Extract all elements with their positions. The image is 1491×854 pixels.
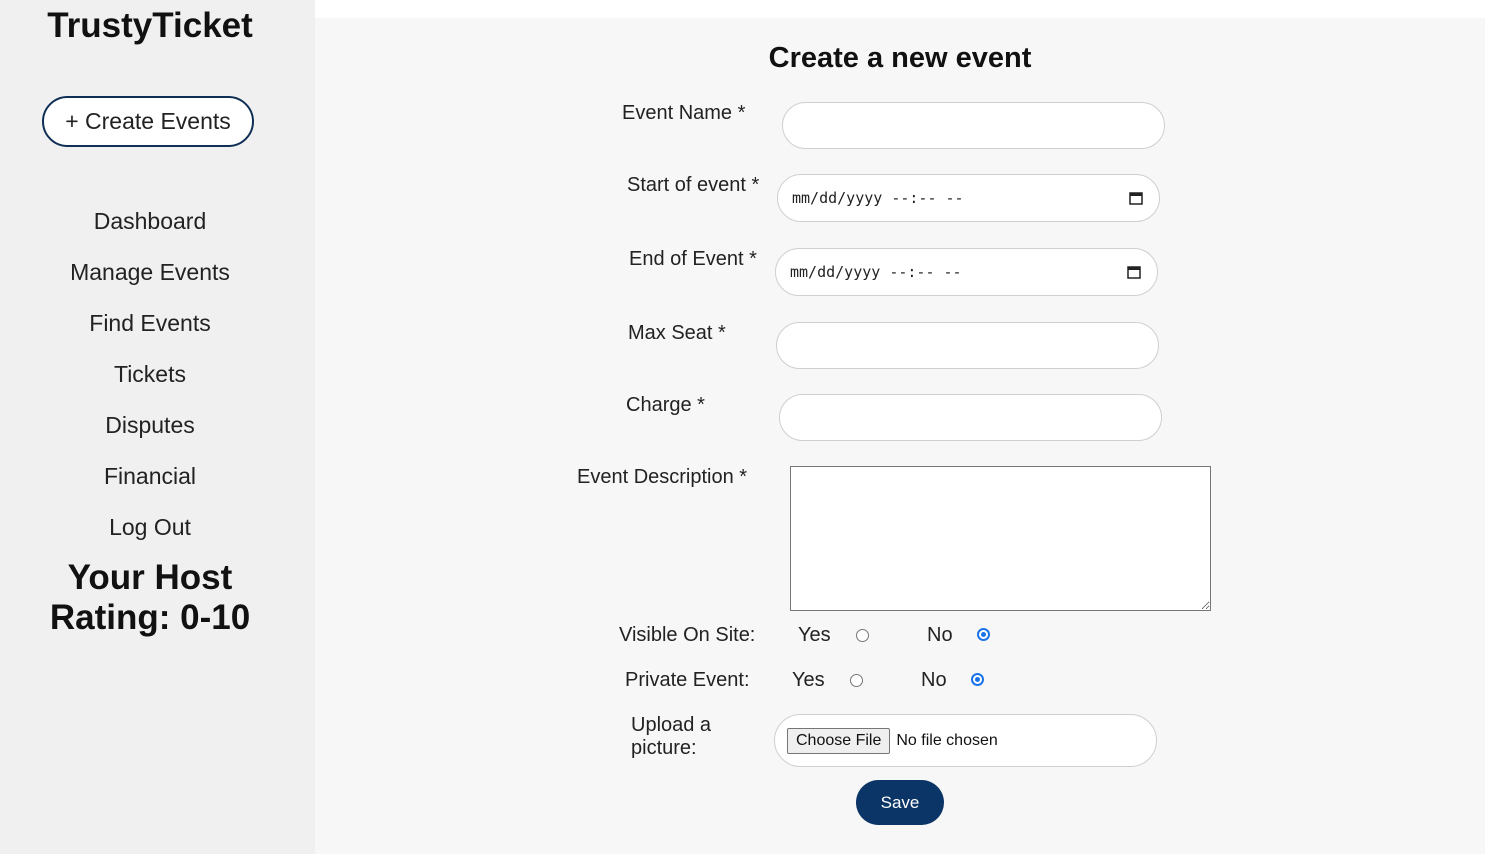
- host-rating: Your Host Rating: 0-10: [0, 558, 300, 638]
- private-no-label: No: [921, 669, 947, 691]
- private-no-radio[interactable]: [971, 673, 984, 686]
- host-rating-line2: Rating: 0-10: [49, 598, 251, 637]
- sidebar-nav: Dashboard Manage Events Find Events Tick…: [0, 196, 300, 553]
- sidebar-item-dashboard[interactable]: Dashboard: [0, 196, 300, 247]
- end-datetime-value: mm/dd/yyyy --:-- --: [790, 263, 962, 281]
- start-datetime-value: mm/dd/yyyy --:-- --: [792, 189, 964, 207]
- sidebar-item-log-out[interactable]: Log Out: [0, 502, 300, 553]
- file-status-text: No file chosen: [896, 731, 998, 749]
- event-description-label: Event Description *: [577, 466, 748, 488]
- page-title: Create a new event: [768, 42, 1032, 74]
- upload-label-line2: picture:: [631, 737, 697, 759]
- sidebar-item-manage-events[interactable]: Manage Events: [0, 247, 300, 298]
- visible-yes-radio[interactable]: [856, 629, 869, 642]
- sidebar-item-tickets[interactable]: Tickets: [0, 349, 300, 400]
- event-name-label: Event Name *: [622, 102, 746, 124]
- private-yes-label: Yes: [792, 669, 825, 691]
- host-rating-line1: Your Host: [67, 558, 233, 597]
- charge-label: Charge *: [626, 394, 705, 416]
- max-seat-input[interactable]: [776, 322, 1159, 369]
- upload-label-line1: Upload a: [631, 714, 712, 736]
- visible-no-radio[interactable]: [977, 628, 990, 641]
- sidebar-item-find-events[interactable]: Find Events: [0, 298, 300, 349]
- right-edge: [1485, 0, 1491, 854]
- upload-picture-label: Upload a picture:: [631, 714, 711, 760]
- start-datetime-input[interactable]: mm/dd/yyyy --:-- --: [777, 174, 1160, 222]
- sidebar: TrustyTicket + Create Events Dashboard M…: [0, 0, 315, 854]
- save-button[interactable]: Save: [856, 780, 944, 825]
- visible-on-site-label: Visible On Site:: [619, 624, 756, 646]
- private-yes-radio[interactable]: [850, 674, 863, 687]
- private-event-label: Private Event:: [625, 669, 750, 691]
- sidebar-item-financial[interactable]: Financial: [0, 451, 300, 502]
- top-strip: [320, 0, 1485, 18]
- event-description-textarea[interactable]: [790, 466, 1211, 611]
- end-of-event-label: End of Event *: [629, 248, 757, 270]
- event-name-input[interactable]: [782, 102, 1165, 149]
- calendar-icon[interactable]: [1129, 191, 1143, 205]
- create-events-button[interactable]: + Create Events: [42, 96, 254, 147]
- calendar-icon[interactable]: [1127, 265, 1141, 279]
- choose-file-button[interactable]: Choose File: [787, 727, 891, 754]
- visible-yes-label: Yes: [798, 624, 831, 646]
- charge-input[interactable]: [779, 394, 1162, 441]
- upload-picture-field: Choose File No file chosen: [774, 714, 1157, 767]
- max-seat-label: Max Seat *: [628, 322, 726, 344]
- visible-no-label: No: [927, 624, 953, 646]
- brand-logo: TrustyTicket: [47, 6, 253, 45]
- end-datetime-input[interactable]: mm/dd/yyyy --:-- --: [775, 248, 1158, 296]
- create-event-form: Create a new event Event Name * Start of…: [315, 18, 1485, 854]
- start-of-event-label: Start of event *: [627, 174, 760, 196]
- sidebar-item-disputes[interactable]: Disputes: [0, 400, 300, 451]
